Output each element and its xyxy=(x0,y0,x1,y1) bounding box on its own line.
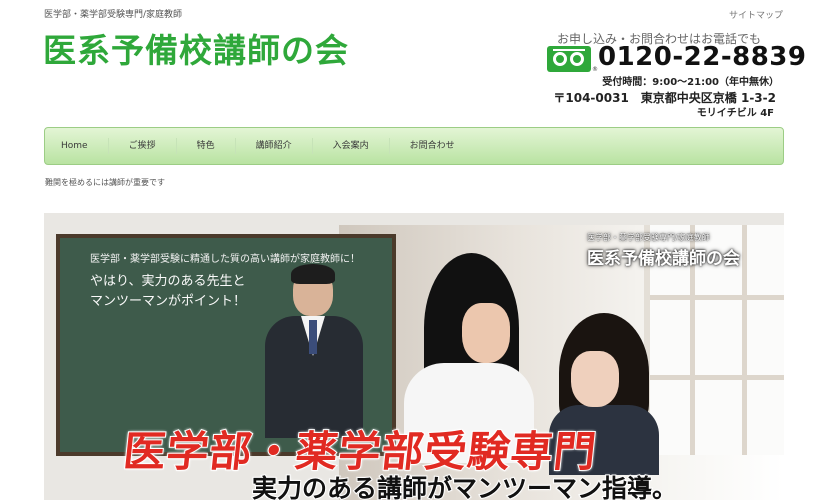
nav-item-enrollment[interactable]: 入会案内 xyxy=(313,138,390,154)
nav-item-greeting[interactable]: ご挨拶 xyxy=(109,138,177,154)
hero-subheadline: 実力のある講師がマンツーマン指導。 xyxy=(251,473,678,500)
business-hours: 受付時間：9:00〜21:00（年中無休） xyxy=(602,77,779,88)
global-nav: Home ご挨拶 特色 講師紹介 入会案内 お問合わせ xyxy=(44,127,784,165)
site-title[interactable]: 医系予備校講師の会 xyxy=(43,24,349,72)
hero-brand-tagline: 医学部・薬学部受験専門/家庭教師 xyxy=(587,233,710,242)
phone-number[interactable]: 0120-22-8839 xyxy=(598,42,807,72)
nav-item-contact[interactable]: お問合わせ xyxy=(390,138,475,154)
header-tagline: 医学部・薬学部受験専門/家庭教師 xyxy=(44,10,183,20)
page-subtitle: 難関を極めるには講師が重要です xyxy=(45,178,165,187)
teacher-figure xyxy=(259,264,369,438)
nav-item-features[interactable]: 特色 xyxy=(177,138,236,154)
hero-brand-title: 医系予備校講師の会 xyxy=(587,249,740,269)
hero-banner: 医学部・薬学部受験に精通した質の高い講師が家庭教師に！ やはり、実力のある先生と… xyxy=(44,213,784,500)
nav-item-tutors[interactable]: 講師紹介 xyxy=(236,138,313,154)
chalkboard-line-1: 医学部・薬学部受験に精通した質の高い講師が家庭教師に！ xyxy=(90,254,360,265)
chalkboard-line-3: マンツーマンがポイント！ xyxy=(90,294,247,309)
nav-item-home[interactable]: Home xyxy=(45,138,109,154)
chalkboard-line-2: やはり、実力のある先生と xyxy=(90,274,246,289)
address-line-2: モリイチビル 4F xyxy=(696,108,774,119)
freedial-icon xyxy=(547,46,591,72)
sitemap-link[interactable]: サイトマップ xyxy=(729,8,783,21)
